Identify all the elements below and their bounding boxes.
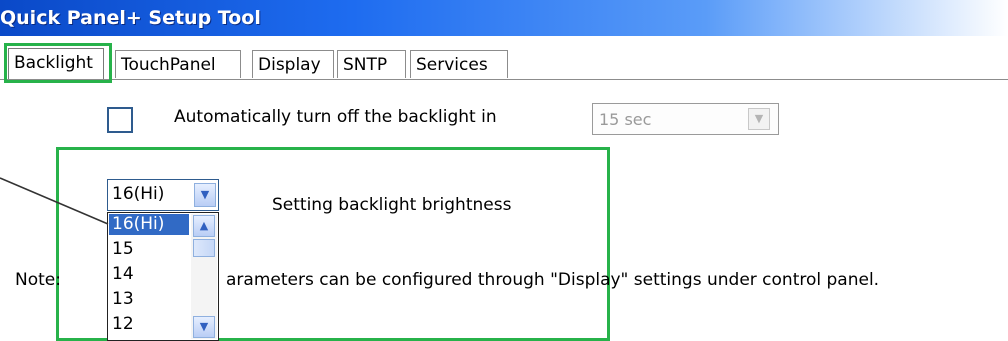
tab-strip: Backlight TouchPanel Display SNTP Servic… [0, 48, 1008, 80]
chevron-up-icon[interactable]: ▲ [193, 215, 215, 237]
brightness-select[interactable]: 16(Hi) ▼ [107, 179, 219, 211]
auto-off-label: Automatically turn off the backlight in [174, 107, 497, 127]
brightness-value: 16(Hi) [112, 184, 165, 204]
tab-services[interactable]: Services [410, 50, 508, 78]
chevron-down-icon[interactable]: ▼ [194, 183, 216, 207]
tab-sntp[interactable]: SNTP [337, 50, 406, 78]
brightness-option[interactable]: 14 [109, 264, 189, 285]
auto-off-checkbox[interactable] [107, 107, 133, 133]
brightness-option[interactable]: 13 [109, 289, 189, 310]
tab-display[interactable]: Display [252, 50, 334, 78]
timeout-value: 15 sec [599, 110, 652, 129]
dropdown-scrollbar[interactable]: ▲ ▼ [191, 214, 217, 339]
note-text: arameters can be configured through "Dis… [226, 270, 880, 290]
brightness-dropdown-list: 16(Hi) 15 14 13 12 ▲ ▼ [107, 212, 219, 341]
chevron-down-icon[interactable]: ▼ [193, 316, 215, 338]
auto-off-timeout-select: 15 sec ▼ [592, 103, 779, 135]
tab-touchpanel[interactable]: TouchPanel [115, 50, 241, 78]
chevron-down-icon: ▼ [748, 108, 770, 130]
scroll-thumb[interactable] [193, 239, 215, 257]
brightness-option[interactable]: 15 [109, 239, 189, 260]
note-text-start: Note: [15, 270, 61, 290]
tab-panel-border [0, 79, 1008, 80]
highlight-frame-tab [4, 43, 112, 83]
brightness-option[interactable]: 16(Hi) [109, 214, 189, 235]
brightness-option[interactable]: 12 [109, 314, 189, 335]
brightness-label: Setting backlight brightness [272, 195, 512, 215]
title-bar: Quick Panel+ Setup Tool [0, 0, 1008, 36]
window-title: Quick Panel+ Setup Tool [0, 7, 261, 29]
